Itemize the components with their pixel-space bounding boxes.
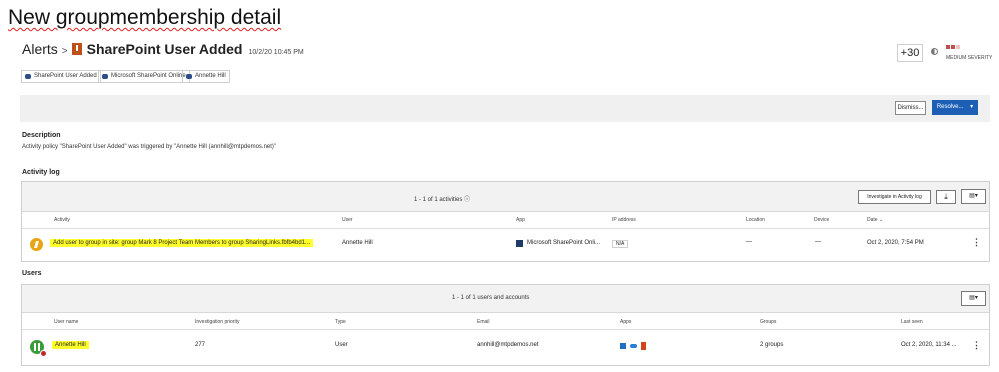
activity-more-icon[interactable]: ⋮ [972,238,981,247]
tag-policy-label: SharePoint User Added [34,73,97,79]
activity-bolt-glyph [34,241,39,248]
col-email[interactable]: Email [477,319,490,325]
col-groups[interactable]: Groups [760,319,776,325]
users-panel: 1 - 1 of 1 users and accounts ▤▾ User na… [21,284,990,366]
col-user-name[interactable]: User name [54,319,78,325]
severity-bars-icon [946,45,960,49]
action-bar [20,95,990,122]
dismiss-button[interactable]: Dismiss... [895,101,926,115]
tag-user[interactable]: Annette Hill [182,70,230,83]
col-investigation-priority[interactable]: Investigation priority [195,319,239,325]
activity-app: Microsoft SharePoint Onli... [527,240,601,246]
breadcrumb-separator: > [61,46,68,57]
user-alert-badge-icon [40,350,47,357]
description-text: Activity policy "SharePoint User Added" … [22,144,277,150]
investigate-activity-log-button[interactable]: Investigate in Activity log [858,190,931,204]
avatar-glyph-left [34,343,36,351]
col-type[interactable]: Type [335,319,346,325]
score-badge: +30 [897,44,923,62]
users-count: 1 - 1 of 1 users and accounts [452,295,530,301]
user-name-link[interactable]: Annette Hill [52,341,89,349]
page-heading-text: New groupmembership detail [8,6,282,29]
description-label: Description [22,132,61,139]
severity-label: MEDIUM SEVERITY [946,55,993,61]
col-apps[interactable]: Apps [620,319,631,325]
user-row[interactable]: Annette Hill 277 User annhill@mtpdemos.n… [22,330,989,366]
onedrive-app-icon [630,344,637,348]
users-column-picker-icon[interactable]: ▤▾ [961,291,986,306]
alert-timestamp: 10/2/20 10:45 PM [248,49,304,56]
resolve-button-label: Resolve... [936,104,964,110]
breadcrumb-alerts-link[interactable]: Alerts [22,41,58,57]
page-heading: New groupmembership detail [8,6,281,30]
activity-location: — [746,239,752,245]
column-picker-icon[interactable]: ▤▾ [961,189,986,204]
activity-log-panel: 1 - 1 of 1 activities ⓘ Investigate in A… [21,181,990,262]
col-activity[interactable]: Activity [54,217,70,223]
windows-app-icon [620,343,626,349]
tag-policy[interactable]: SharePoint User Added [21,70,101,83]
tag-app[interactable]: Microsoft SharePoint Online [98,70,190,83]
activity-log-label: Activity log [22,169,60,176]
user-type: User [335,342,348,348]
col-ip-address[interactable]: IP address [612,217,636,223]
resolve-dropdown-icon: ▾ [970,104,974,110]
col-app[interactable]: App [516,217,525,223]
contrast-icon [931,48,938,55]
col-date[interactable]: Date ⌄ [867,217,883,223]
activity-row[interactable]: Add user to group in site: group Mark 8 … [22,229,989,262]
users-label: Users [22,270,42,277]
col-device[interactable]: Device [814,217,829,223]
tag-app-label: Microsoft SharePoint Online [111,73,186,79]
user-groups[interactable]: 2 groups [760,342,783,348]
user-priority: 277 [195,342,206,348]
tag-user-label: Annette Hill [195,73,226,79]
office-app-icon [641,342,646,350]
activity-description[interactable]: Add user to group in site: group Mark 8 … [50,239,314,247]
avatar-glyph-right [38,343,40,351]
activity-log-toolbar [22,182,989,212]
activity-date: Oct 2, 2020, 7:54 PM [867,240,924,246]
download-icon[interactable]: ⤓ [936,190,956,204]
col-location[interactable]: Location [746,217,765,223]
col-user[interactable]: User [342,217,353,223]
breadcrumb: Alerts > SharePoint User Added 10/2/20 1… [22,41,304,57]
activity-count: 1 - 1 of 1 activities ⓘ [414,197,471,203]
activity-icon [30,238,43,251]
alert-title: SharePoint User Added [86,41,243,57]
activity-device: — [815,239,821,245]
sharepoint-icon [516,240,523,247]
user-more-icon[interactable]: ⋮ [972,341,981,350]
alert-severity-icon [71,43,82,55]
activity-user[interactable]: Annette Hill [342,240,373,246]
user-last-seen: Oct 2, 2020, 11:34 ... [901,342,957,348]
ip-badge: N/A [612,240,629,248]
col-last-seen[interactable]: Last seen [901,319,923,325]
resolve-button[interactable]: Resolve... ▾ [932,100,978,115]
user-email[interactable]: annhill@mtpdemos.net [477,342,538,348]
